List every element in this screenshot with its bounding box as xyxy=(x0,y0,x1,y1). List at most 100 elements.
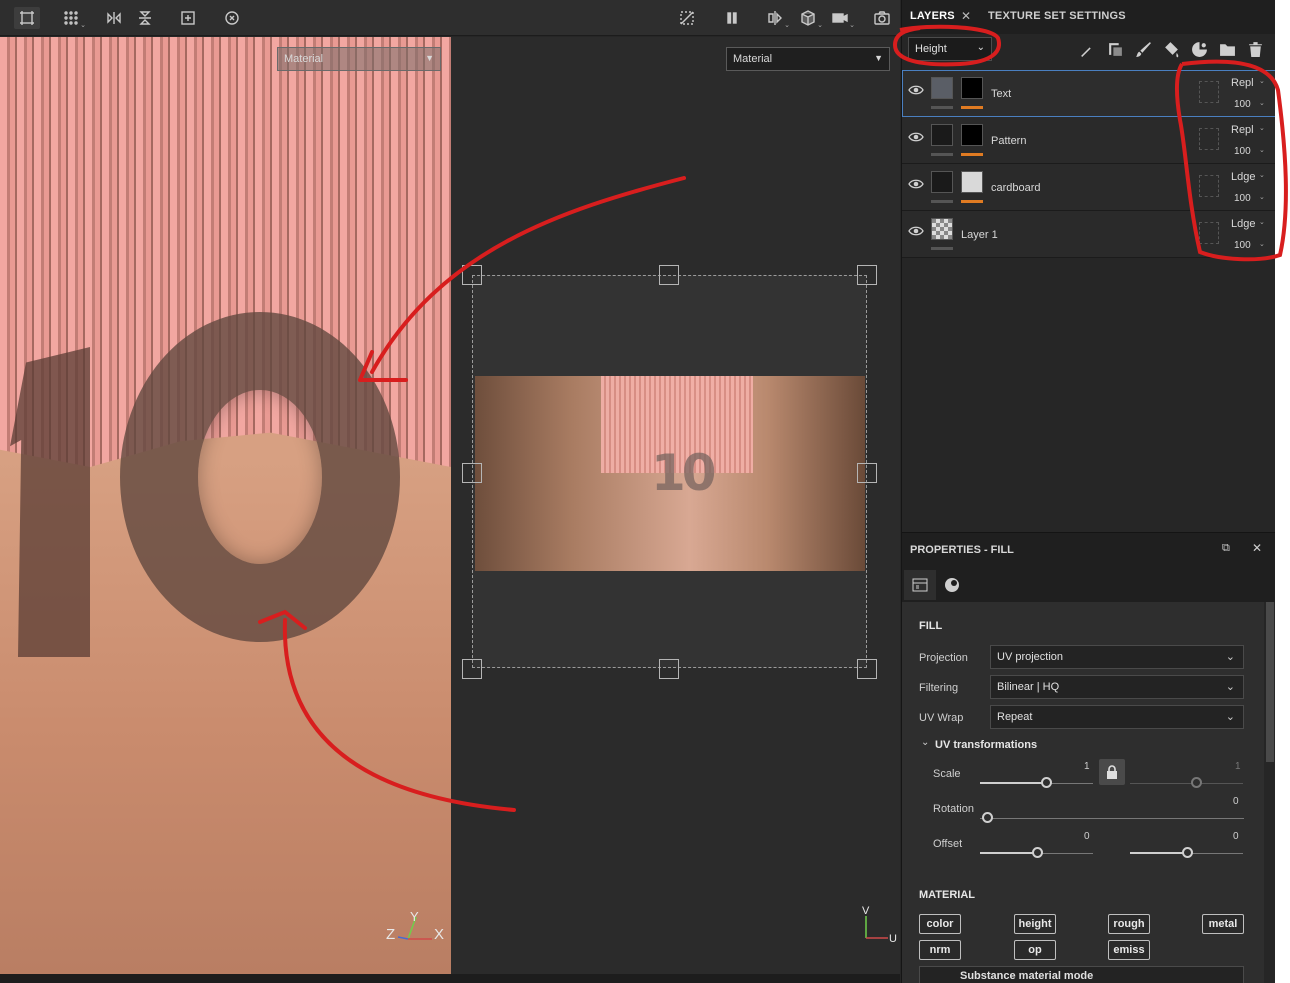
properties-scrollbar[interactable] xyxy=(1264,602,1275,983)
material-select-3d-label: Material xyxy=(284,53,324,65)
close-icon[interactable]: ✕ xyxy=(1252,541,1262,555)
blend-mode-select[interactable]: Repl xyxy=(1231,124,1254,136)
reset-view-icon[interactable] xyxy=(219,7,245,29)
channel-select[interactable]: Height ⌄ xyxy=(908,37,992,61)
transform-handle-tl[interactable] xyxy=(462,265,482,285)
magic-wand-icon[interactable] xyxy=(1077,39,1097,59)
eye-icon[interactable] xyxy=(908,84,924,96)
trash-icon[interactable] xyxy=(1245,39,1265,59)
offset-value-1[interactable]: 0 xyxy=(1084,831,1090,842)
viewport-3d[interactable]: Material ▼ Z Y X xyxy=(0,37,451,974)
tab-fill-properties[interactable] xyxy=(904,570,936,600)
close-icon[interactable]: ✕ xyxy=(961,9,971,23)
filtering-label: Filtering xyxy=(919,682,959,694)
right-panel: LAYERS ✕ TEXTURE SET SETTINGS Height ⌄ T… xyxy=(901,0,1275,983)
fit-view-icon[interactable] xyxy=(175,7,201,29)
chevron-down-icon[interactable]: ⌄ xyxy=(921,737,929,748)
scale-lock-button[interactable] xyxy=(1099,759,1125,785)
split-view-icon[interactable]: ⌄ xyxy=(762,7,790,29)
channel-emiss-button[interactable]: emiss xyxy=(1108,940,1150,960)
blend-mode-select[interactable]: Ldge xyxy=(1231,171,1255,183)
channel-op-button[interactable]: op xyxy=(1014,940,1056,960)
layer-row-pattern[interactable]: Pattern Repl ⌄ 100 ⌄ xyxy=(902,117,1275,164)
transform-handle-tc[interactable] xyxy=(659,265,679,285)
rotation-slider-knob[interactable] xyxy=(982,812,993,823)
add-fill-layer-icon[interactable] xyxy=(1105,39,1125,59)
rotation-slider[interactable] xyxy=(980,818,1244,819)
layer-fill-thumbnail[interactable] xyxy=(931,171,953,193)
scale-value-2[interactable]: 1 xyxy=(1235,761,1241,772)
layer-row-cardboard[interactable]: cardboard Ldge ⌄ 100 ⌄ xyxy=(902,164,1275,211)
transform-handle-mr[interactable] xyxy=(857,463,877,483)
channel-height-button[interactable]: height xyxy=(1014,914,1056,934)
tab-texture-set-settings[interactable]: TEXTURE SET SETTINGS xyxy=(988,10,1126,22)
layer-opacity[interactable]: 100 xyxy=(1234,193,1251,204)
offset-slider-1-knob[interactable] xyxy=(1032,847,1043,858)
folder-icon[interactable] xyxy=(1217,39,1237,59)
offset-value-2[interactable]: 0 xyxy=(1233,831,1239,842)
frame-selection-icon[interactable] xyxy=(14,7,40,29)
layer-mask-thumbnail[interactable] xyxy=(961,77,983,99)
projection-select[interactable]: UV projection ⌄ xyxy=(990,645,1244,669)
paint-bucket-icon[interactable] xyxy=(1161,39,1181,59)
tab-layers[interactable]: LAYERS xyxy=(910,10,955,22)
pause-icon[interactable] xyxy=(719,7,745,29)
paint-brush-icon[interactable] xyxy=(1133,39,1153,59)
mirror-horizontal-icon[interactable] xyxy=(101,7,127,29)
rotation-value[interactable]: 0 xyxy=(1233,796,1239,807)
chevron-down-icon: ▼ xyxy=(425,53,434,63)
viewport-horizontal-scrollbar[interactable] xyxy=(0,974,900,983)
chevron-down-icon: ⌄ xyxy=(1259,241,1265,248)
transform-handle-ml[interactable] xyxy=(462,463,482,483)
transform-handle-bc[interactable] xyxy=(659,659,679,679)
transform-handle-bl[interactable] xyxy=(462,659,482,679)
blend-mode-select[interactable]: Repl xyxy=(1231,77,1254,89)
layer-row-layer1[interactable]: Layer 1 Ldge ⌄ 100 ⌄ xyxy=(902,211,1275,258)
layer-opacity[interactable]: 100 xyxy=(1234,240,1251,251)
channel-metal-button[interactable]: metal xyxy=(1202,914,1244,934)
scale-slider-1-knob[interactable] xyxy=(1041,777,1052,788)
properties-scrollbar-thumb[interactable] xyxy=(1266,602,1274,762)
undock-icon[interactable]: ⧉ xyxy=(1222,542,1230,555)
scale-value-1[interactable]: 1 xyxy=(1084,761,1090,772)
layer-row-text[interactable]: Text Repl ⌄ 100 ⌄ xyxy=(902,70,1275,117)
mirror-vertical-icon[interactable] xyxy=(132,7,158,29)
offset-slider-2-knob[interactable] xyxy=(1182,847,1193,858)
filtering-select[interactable]: Bilinear | HQ ⌄ xyxy=(990,675,1244,699)
scale-slider-2-knob[interactable] xyxy=(1191,777,1202,788)
smart-material-icon[interactable] xyxy=(1189,39,1209,59)
screenshot-camera-icon[interactable] xyxy=(869,7,895,29)
channel-rough-button[interactable]: rough xyxy=(1108,914,1150,934)
layer-opacity[interactable]: 100 xyxy=(1234,99,1251,110)
uv-transformations-title[interactable]: UV transformations xyxy=(935,739,1037,751)
material-select-2d[interactable]: Material ▼ xyxy=(726,47,890,71)
eye-icon[interactable] xyxy=(908,225,924,237)
layer-fill-thumbnail[interactable] xyxy=(931,124,953,146)
layer-mask-bar xyxy=(961,200,983,203)
blend-mode-select[interactable]: Ldge xyxy=(1231,218,1255,230)
eye-icon[interactable] xyxy=(908,131,924,143)
uv-wrap-select[interactable]: Repeat ⌄ xyxy=(990,705,1244,729)
camera-video-icon[interactable]: ⌄ xyxy=(827,7,855,29)
substance-material-mode-select[interactable]: Substance material mode xyxy=(919,966,1244,983)
grid-icon[interactable]: ⌄ xyxy=(58,7,86,29)
layer-mask-thumbnail[interactable] xyxy=(961,171,983,193)
material-select-3d[interactable]: Material ▼ xyxy=(277,47,441,71)
cube-icon[interactable]: ⌄ xyxy=(795,7,823,29)
hide-uv-icon[interactable] xyxy=(674,7,700,29)
tab-material-properties[interactable] xyxy=(936,570,968,600)
layer-fill-thumbnail[interactable] xyxy=(931,77,953,99)
substance-painter-window: ⌄ ⌄ ⌄ ⌄ Material ▼ Z Y X Material ▼ 10 V… xyxy=(0,0,1275,983)
channel-nrm-button[interactable]: nrm xyxy=(919,940,961,960)
transform-handle-tr[interactable] xyxy=(857,265,877,285)
scale-slider-2[interactable] xyxy=(1130,783,1243,784)
layer-fill-thumbnail[interactable] xyxy=(931,218,953,240)
layer-opacity[interactable]: 100 xyxy=(1234,146,1251,157)
transform-handle-br[interactable] xyxy=(857,659,877,679)
layer-name: Pattern xyxy=(991,135,1027,147)
viewport-2d[interactable]: Material ▼ 10 V U xyxy=(451,37,900,974)
axis-label-u: U xyxy=(889,933,897,945)
eye-icon[interactable] xyxy=(908,178,924,190)
channel-color-button[interactable]: color xyxy=(919,914,961,934)
layer-mask-thumbnail[interactable] xyxy=(961,124,983,146)
